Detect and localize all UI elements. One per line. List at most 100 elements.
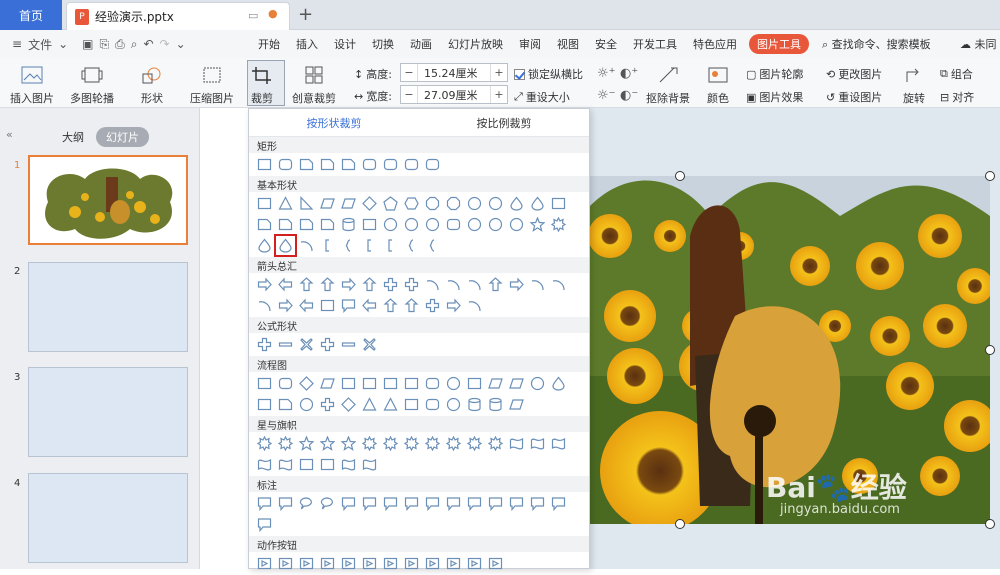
shape-callout-icon[interactable] — [425, 496, 440, 511]
new-tab-button[interactable]: + — [298, 4, 313, 25]
redo-icon[interactable]: ↷ — [160, 37, 170, 51]
shape-plus-icon[interactable] — [425, 298, 440, 313]
shape-circle-icon[interactable] — [425, 217, 440, 232]
menu-features[interactable]: 特色应用 — [685, 36, 745, 52]
height-value[interactable]: 15.24厘米 — [417, 64, 491, 81]
shape-oct-icon[interactable] — [425, 196, 440, 211]
slide-thumbnail-2[interactable] — [28, 262, 188, 352]
shape-burst-icon[interactable] — [383, 436, 398, 451]
shape-callrnd-icon[interactable] — [299, 496, 314, 511]
height-minus-button[interactable]: − — [401, 66, 417, 79]
group-button[interactable]: ⧉ 组合 — [940, 66, 973, 82]
shape-star-icon[interactable] — [341, 436, 356, 451]
menu-design[interactable]: 设计 — [326, 36, 364, 52]
shape-snip-icon[interactable] — [320, 217, 335, 232]
resize-handle-bottom-right[interactable] — [985, 519, 995, 529]
shape-arrowR-icon[interactable] — [278, 298, 293, 313]
shape-plus-icon[interactable] — [320, 337, 335, 352]
picture-effect-button[interactable]: ▣ 图片效果 — [746, 89, 803, 105]
contrast-down-icon[interactable]: ◐⁻ — [620, 88, 638, 103]
shape-wave-icon[interactable] — [257, 457, 272, 472]
shape-arrowU-icon[interactable] — [488, 277, 503, 292]
shape-diamond-icon[interactable] — [299, 376, 314, 391]
shape-circle-icon[interactable] — [446, 376, 461, 391]
picture-outline-button[interactable]: ▢ 图片轮廓 — [746, 66, 803, 82]
shape-circle-icon[interactable] — [446, 397, 461, 412]
shape-rect-icon[interactable] — [320, 298, 335, 313]
shape-minus-icon[interactable] — [278, 337, 293, 352]
shape-callout-icon[interactable] — [530, 496, 545, 511]
shape-star-icon[interactable] — [320, 436, 335, 451]
reset-picture-button[interactable]: ↺ 重设图片 — [826, 89, 882, 105]
shape-rrect-icon[interactable] — [278, 157, 293, 172]
shape-tri-icon[interactable] — [278, 196, 293, 211]
menu-security[interactable]: 安全 — [587, 36, 625, 52]
shape-arc-icon[interactable] — [467, 298, 482, 313]
shape-callout-icon[interactable] — [257, 496, 272, 511]
shape-rect-icon[interactable] — [257, 397, 272, 412]
shape-arrowU-icon[interactable] — [299, 277, 314, 292]
file-menu[interactable]: 文件 — [28, 36, 52, 53]
shape-arc-icon[interactable] — [425, 277, 440, 292]
shape-minus-icon[interactable] — [341, 337, 356, 352]
brightness-up-icon[interactable]: ☼⁺ — [597, 66, 616, 81]
shape-cyl-icon[interactable] — [341, 217, 356, 232]
height-plus-button[interactable]: + — [491, 66, 507, 79]
shape-para-icon[interactable] — [509, 397, 524, 412]
shape-cyl-icon[interactable] — [488, 397, 503, 412]
shape-callout-icon[interactable] — [278, 496, 293, 511]
shape-rrect-icon[interactable] — [425, 376, 440, 391]
shape-drop-icon[interactable] — [509, 196, 524, 211]
slide-thumbnail-3[interactable] — [28, 367, 188, 457]
contrast-up-icon[interactable]: ◐⁺ — [620, 66, 638, 81]
shape-bracket-icon[interactable] — [320, 238, 335, 253]
compress-button[interactable]: 压缩图片 — [190, 64, 234, 106]
shape-callout-icon[interactable] — [467, 496, 482, 511]
shape-arrowU-icon[interactable] — [404, 298, 419, 313]
shape-snip-icon[interactable] — [341, 157, 356, 172]
shape-arc-icon[interactable] — [257, 298, 272, 313]
shape-button[interactable]: 形状 — [140, 64, 164, 106]
selected-picture[interactable]: Bai🐾经验 jingyan.baidu.com — [590, 176, 990, 524]
shape-star-icon[interactable] — [530, 217, 545, 232]
shape-circle-icon[interactable] — [509, 217, 524, 232]
shape-drop-icon[interactable] — [530, 196, 545, 211]
shape-wave-icon[interactable] — [362, 457, 377, 472]
shape-hex-icon[interactable] — [404, 196, 419, 211]
shape-arrowR-icon[interactable] — [341, 277, 356, 292]
shape-wave-icon[interactable] — [278, 457, 293, 472]
brightness-down-icon[interactable]: ☼⁻ — [597, 88, 616, 103]
shape-cyl-icon[interactable] — [467, 397, 482, 412]
shape-rect-icon[interactable] — [551, 196, 566, 211]
shape-burst-icon[interactable] — [488, 436, 503, 451]
shape-rect-icon[interactable] — [257, 196, 272, 211]
shape-rtri-icon[interactable] — [299, 196, 314, 211]
shape-circle-icon[interactable] — [467, 217, 482, 232]
menu-slideshow[interactable]: 幻灯片放映 — [440, 36, 511, 52]
rotate-button[interactable]: 旋转 — [902, 64, 926, 106]
shape-circle-icon[interactable] — [488, 217, 503, 232]
tab-crop-by-ratio[interactable]: 按比例裁剪 — [419, 109, 589, 136]
shape-brace-icon[interactable] — [341, 238, 356, 253]
command-search[interactable]: ⌕ 查找命令、搜索模板 — [822, 36, 931, 52]
shape-callout-icon[interactable] — [488, 496, 503, 511]
shape-callout-icon[interactable] — [383, 496, 398, 511]
shape-callout-icon[interactable] — [404, 496, 419, 511]
preview-icon[interactable]: ⌕ — [131, 37, 138, 52]
align-button[interactable]: ⊟ 对齐 — [940, 89, 974, 105]
shape-plus-icon[interactable] — [257, 337, 272, 352]
shape-tri-icon[interactable] — [362, 397, 377, 412]
crop-button[interactable]: 裁剪 — [250, 64, 274, 106]
shape-arc-icon[interactable] — [467, 277, 482, 292]
shape-circle-icon[interactable] — [299, 397, 314, 412]
shape-arc-icon[interactable] — [446, 277, 461, 292]
shape-rrect-icon[interactable] — [446, 217, 461, 232]
height-field[interactable]: − 15.24厘米 + — [400, 63, 508, 82]
insert-picture-button[interactable]: 插入图片 — [10, 64, 54, 106]
shape-arrowL-icon[interactable] — [299, 298, 314, 313]
shape-bracket-icon[interactable] — [383, 238, 398, 253]
shape-circle-icon[interactable] — [530, 376, 545, 391]
reset-size-button[interactable]: ⤢ 重设大小 — [514, 89, 570, 105]
resize-handle-bottom[interactable] — [675, 519, 685, 529]
shape-burst-icon[interactable] — [425, 436, 440, 451]
